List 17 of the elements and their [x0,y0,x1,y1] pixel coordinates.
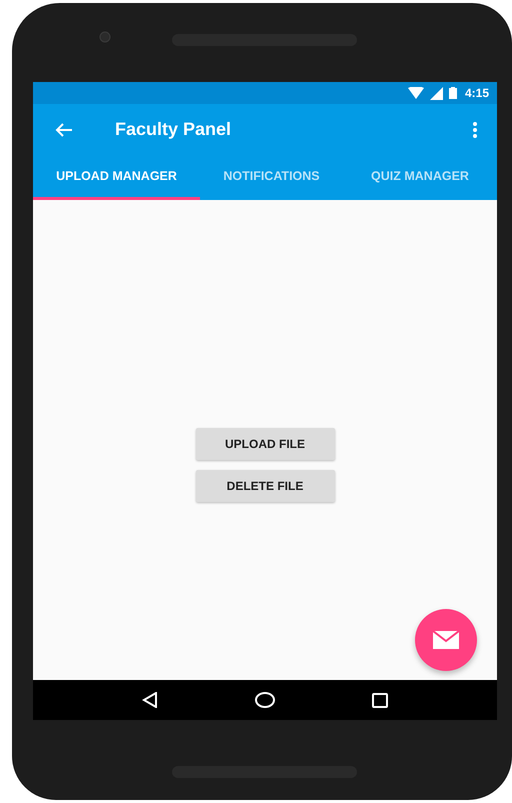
upload-file-button[interactable]: UPLOAD FILE [196,428,334,460]
camera-icon [99,31,111,43]
back-triangle-icon[interactable] [142,692,158,708]
mail-fab-button[interactable] [415,609,477,671]
signal-icon [430,86,443,100]
tab[interactable]: QUIZ MANAGER [343,155,497,200]
delete-file-button[interactable]: DELETE FILE [196,470,334,502]
home-circle-icon[interactable] [254,692,275,708]
recents-square-icon[interactable] [372,692,388,708]
wifi-icon [408,87,424,99]
tab[interactable]: NOTIFICATIONS [200,155,343,200]
status-time: 4:15 [464,86,489,100]
envelope-icon [433,631,459,649]
more-options-icon[interactable] [473,122,477,138]
battery-icon [448,87,457,99]
toolbar-title: Faculty Panel [115,119,232,140]
back-arrow-icon[interactable] [55,122,73,138]
